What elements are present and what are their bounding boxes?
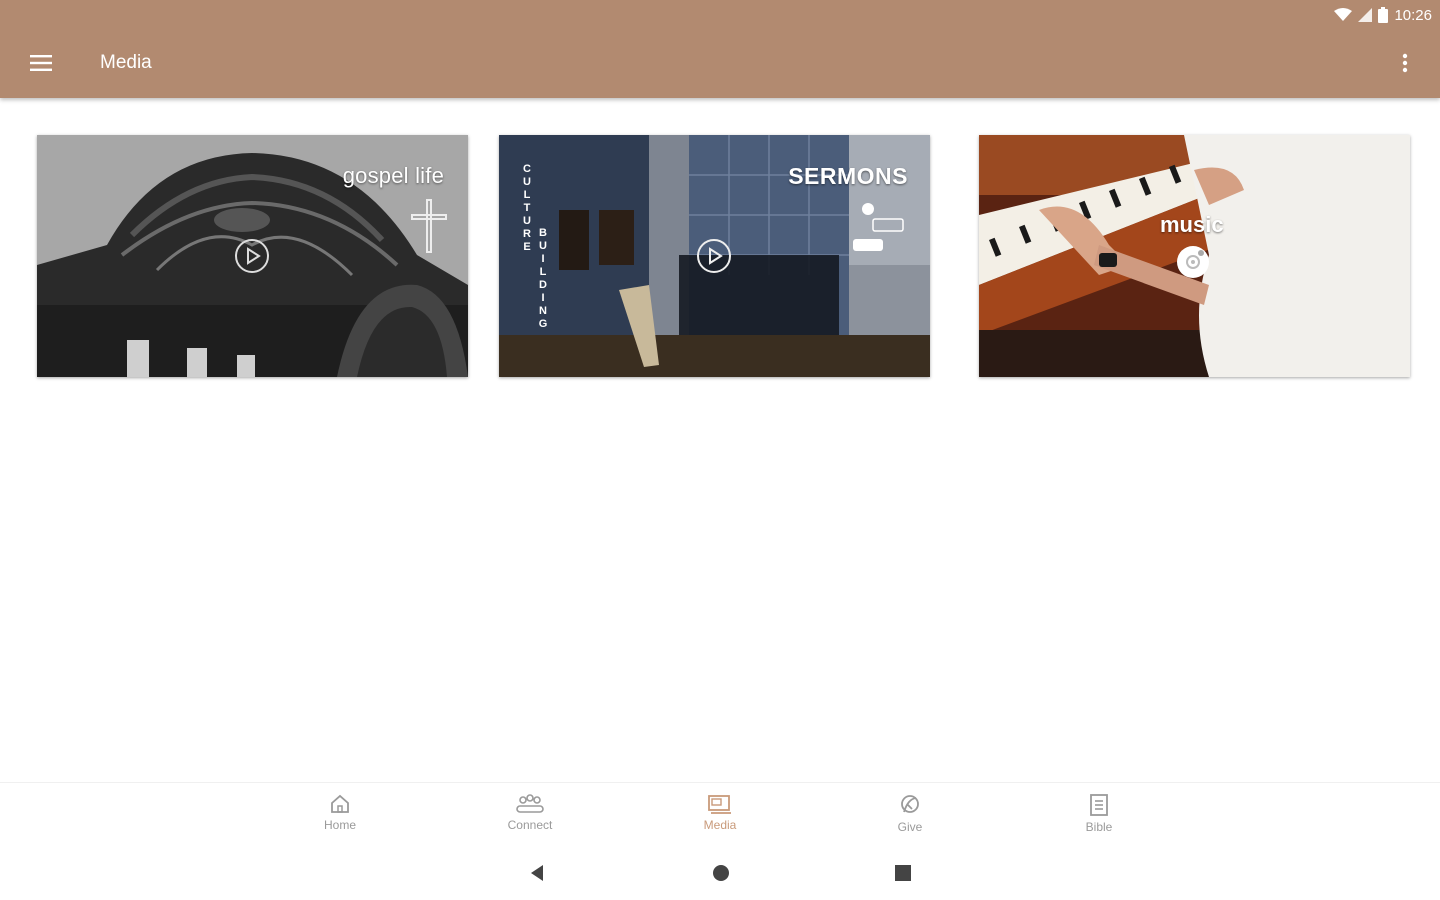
more-vert-icon — [1402, 53, 1408, 73]
page-title: Media — [100, 52, 152, 73]
wifi-icon — [1334, 8, 1353, 21]
back-icon[interactable] — [527, 862, 547, 884]
home-icon — [331, 794, 349, 813]
nav-label-media: Media — [703, 818, 737, 832]
media-icon — [708, 795, 731, 814]
bible-icon — [1090, 794, 1108, 816]
hamburger-menu-icon — [30, 55, 52, 71]
give-icon — [901, 795, 919, 813]
status-bar: 10:26 — [1334, 4, 1432, 26]
nav-label-home: Home — [323, 818, 356, 832]
app-bar: 10:26 Media — [0, 0, 1440, 98]
media-card-music[interactable]: music — [979, 135, 1410, 377]
speech-bubble-icon — [853, 203, 904, 251]
card-title: music — [1160, 212, 1224, 237]
media-card-gospel-life[interactable]: gospel life — [37, 135, 468, 377]
nav-item-connect[interactable]: Connect — [485, 793, 575, 845]
card-title: SERMONS — [788, 163, 908, 189]
culture-vertical-text: CULTURE — [521, 163, 533, 254]
home-circle-icon[interactable] — [711, 862, 731, 884]
play-icon — [697, 239, 731, 273]
people-icon — [516, 794, 544, 813]
media-card-sermons[interactable]: CULTURE BUILDING SERMONS — [499, 135, 930, 377]
music-disc-icon — [1177, 246, 1209, 278]
overflow-menu-button[interactable] — [1390, 48, 1420, 78]
nav-label-bible: Bible — [1085, 820, 1113, 834]
play-icon — [235, 239, 269, 273]
battery-icon — [1378, 7, 1389, 23]
signal-icon — [1358, 8, 1373, 22]
building-vertical-text: BUILDING — [537, 227, 549, 331]
nav-item-give[interactable]: Give — [865, 793, 955, 845]
card-title: gospel life — [342, 163, 444, 188]
nav-label-give: Give — [897, 820, 923, 834]
nav-label-connect: Connect — [507, 818, 553, 832]
nav-item-media[interactable]: Media — [675, 793, 765, 845]
status-time: 10:26 — [1394, 6, 1432, 24]
nav-item-home[interactable]: Home — [295, 793, 385, 845]
recents-icon[interactable] — [893, 862, 913, 884]
bottom-navigation: Home Connect Media Give Bible — [0, 782, 1440, 847]
nav-item-bible[interactable]: Bible — [1054, 793, 1144, 845]
hamburger-menu-button[interactable] — [26, 48, 56, 78]
system-navigation-bar — [0, 848, 1440, 900]
